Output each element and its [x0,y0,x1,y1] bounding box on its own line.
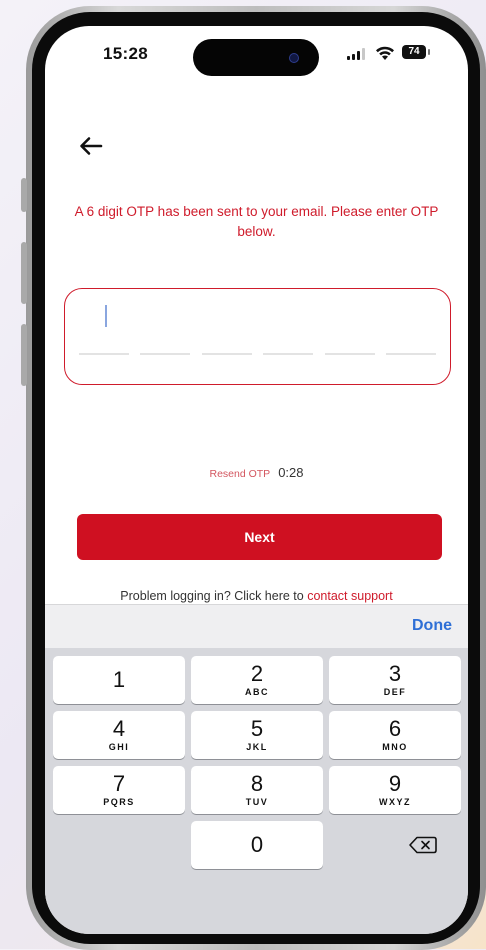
key-letters: DEF [383,687,407,697]
resend-row: Resend OTP 0:28 [45,464,468,484]
key-letters: GHI [108,742,130,752]
numeric-keypad: 1 2 ABC 3 DEF 4 GHI 5 JKL 6 MNO 7 PQRS 8… [45,648,468,934]
app-screen: 15:28 74 A 6 digit OTP has been sent to … [45,26,468,934]
key-digit: 5 [250,716,264,741]
key-digit: 1 [112,667,126,692]
support-line: Problem logging in? Click here to contac… [45,589,468,603]
key-8[interactable]: 8 TUV [191,766,323,814]
key-letters: PQRS [103,797,135,807]
key-3[interactable]: 3 DEF [329,656,461,704]
key-letters: WXYZ [379,797,411,807]
support-prefix-text: Problem logging in? Click here to [120,589,304,603]
otp-digit-3[interactable] [202,353,252,355]
done-button[interactable]: Done [412,617,452,635]
backspace-icon[interactable] [375,821,468,869]
camera-icon [289,53,299,63]
next-button[interactable]: Next [77,514,442,560]
dynamic-island [193,39,319,76]
key-digit: 7 [112,771,126,796]
key-digit: 6 [388,716,402,741]
key-letters: MNO [382,742,408,752]
action-button [21,178,27,212]
otp-input-box[interactable] [64,288,451,385]
otp-digit-6[interactable] [386,353,436,355]
key-digit: 3 [388,661,402,686]
otp-digit-5[interactable] [325,353,375,355]
key-letters: TUV [245,797,269,807]
key-6[interactable]: 6 MNO [329,711,461,759]
volume-up-button [21,242,27,304]
otp-digit-1[interactable] [79,353,129,355]
volume-down-button [21,324,27,386]
cellular-signal-icon [347,48,369,60]
key-1[interactable]: 1 [53,656,185,704]
key-digit: 2 [250,661,264,686]
otp-digit-4[interactable] [263,353,313,355]
resend-timer: 0:28 [278,465,304,480]
key-digit: 8 [250,771,264,796]
key-5[interactable]: 5 JKL [191,711,323,759]
otp-digit-2[interactable] [140,353,190,355]
key-digit: 0 [250,832,264,857]
key-digit: 9 [388,771,402,796]
battery-cap [428,49,430,55]
wifi-icon [376,46,394,60]
key-2[interactable]: 2 ABC [191,656,323,704]
text-cursor [105,305,107,327]
key-9[interactable]: 9 WXYZ [329,766,461,814]
key-letters: JKL [246,742,268,752]
resend-otp-link[interactable]: Resend OTP [209,468,270,480]
key-0[interactable]: 0 [191,821,323,869]
status-time: 15:28 [103,44,148,63]
key-letters: ABC [245,687,269,697]
status-bar: 15:28 74 [45,26,468,86]
key-4[interactable]: 4 GHI [53,711,185,759]
back-arrow-icon[interactable] [75,130,107,162]
keyboard-toolbar: Done [45,604,468,649]
key-digit: 4 [112,716,126,741]
battery-icon: 74 [402,45,426,59]
contact-support-link[interactable]: contact support [307,589,392,603]
key-7[interactable]: 7 PQRS [53,766,185,814]
otp-sent-message: A 6 digit OTP has been sent to your emai… [74,204,439,239]
